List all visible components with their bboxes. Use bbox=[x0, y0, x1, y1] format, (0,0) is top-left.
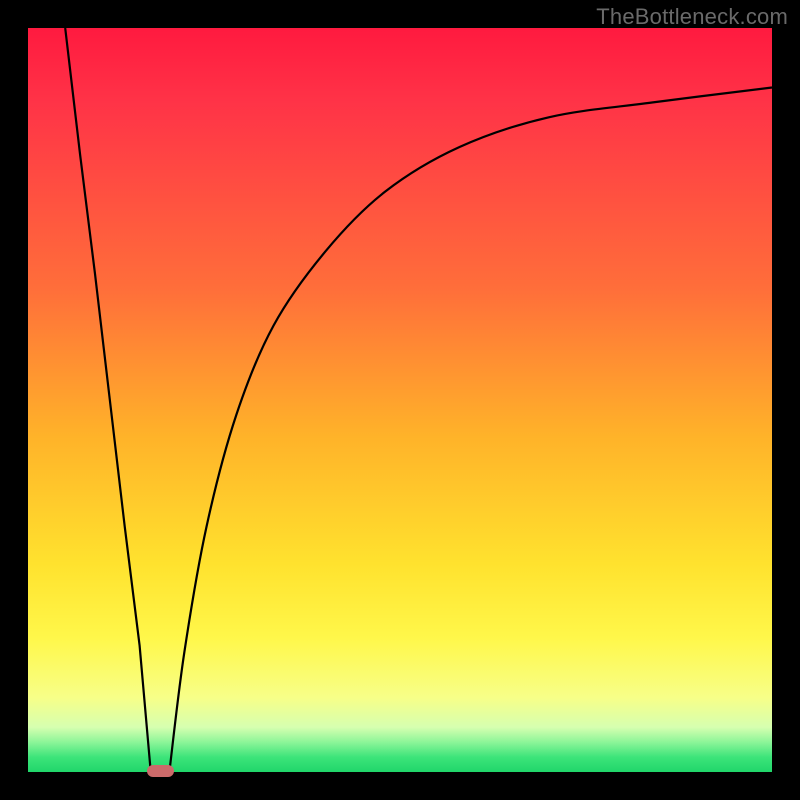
bottleneck-marker bbox=[147, 765, 174, 777]
watermark-text: TheBottleneck.com bbox=[596, 4, 788, 30]
chart-curve bbox=[28, 28, 772, 772]
curve-path bbox=[65, 28, 772, 772]
chart-frame: TheBottleneck.com bbox=[0, 0, 800, 800]
